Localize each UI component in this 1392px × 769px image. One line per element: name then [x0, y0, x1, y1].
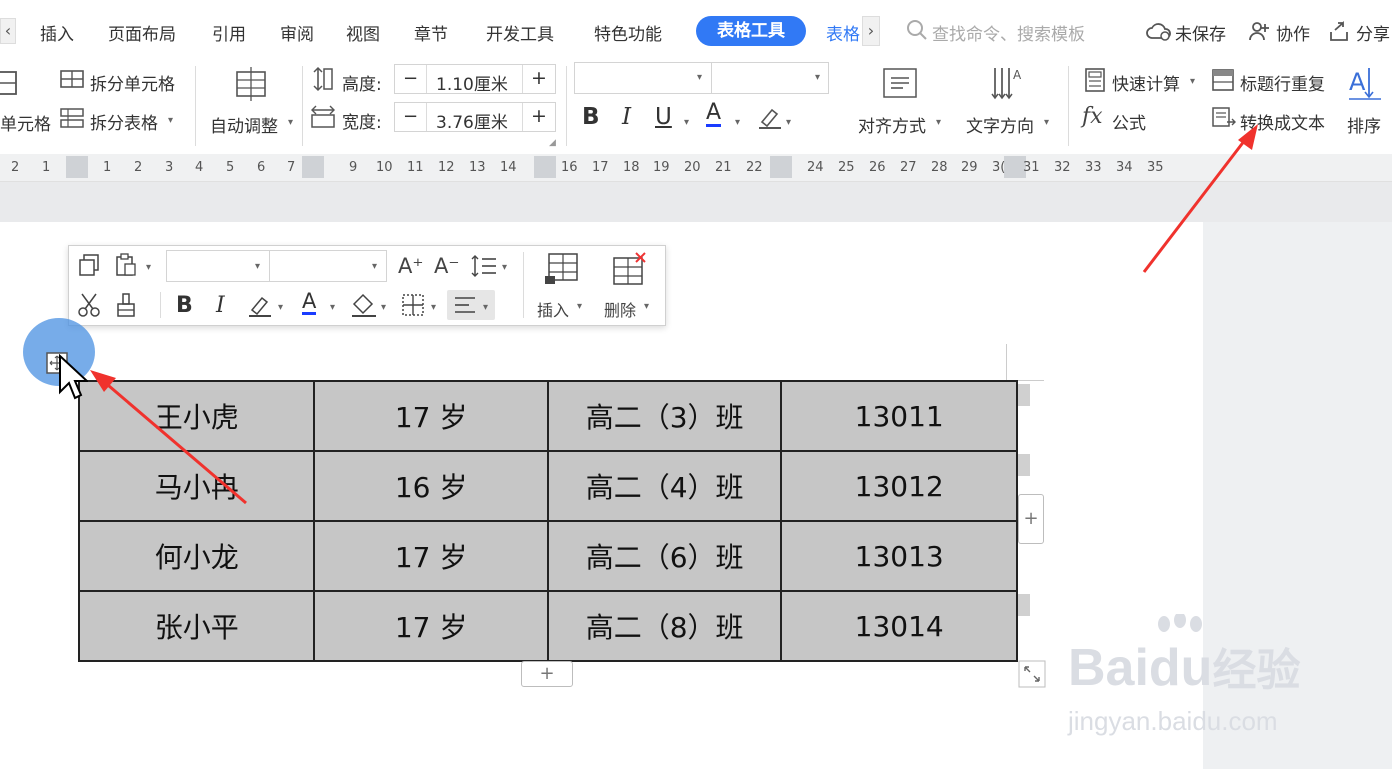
arrow-to-convert-text [1142, 124, 1258, 273]
annotation-arrows [90, 124, 1258, 505]
arrow-to-move-handle [90, 370, 247, 505]
